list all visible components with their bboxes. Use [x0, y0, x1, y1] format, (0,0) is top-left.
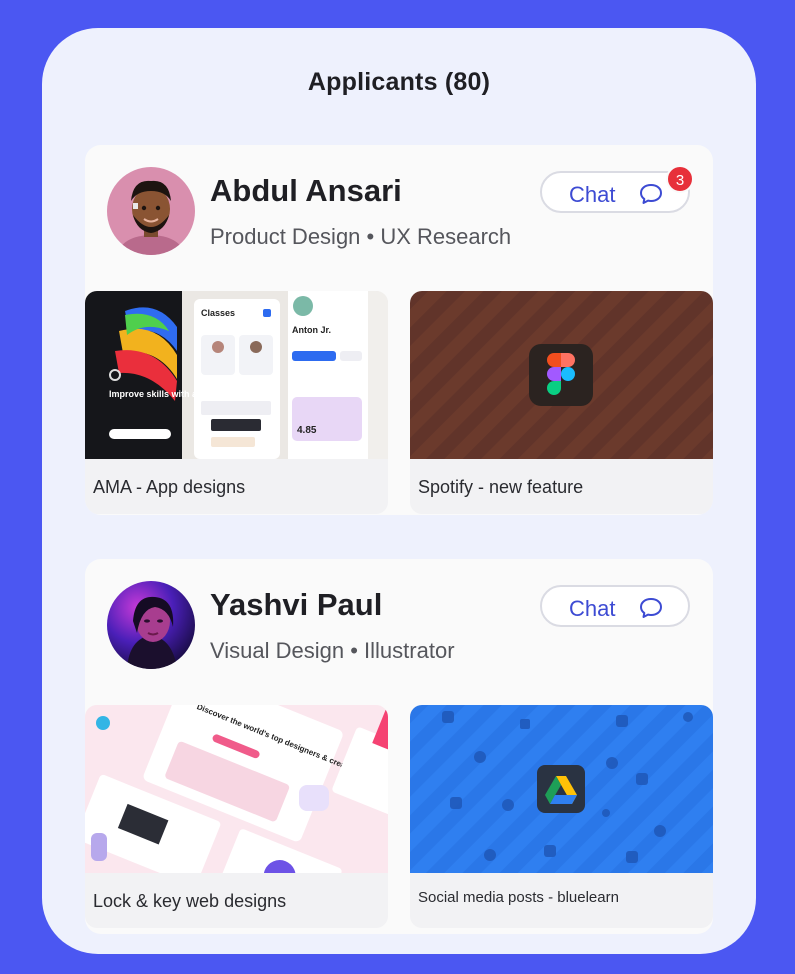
applicant-skills: Product Design • UX Research [210, 224, 512, 249]
avatar[interactable] [107, 167, 195, 255]
applicant-card: Yashvi Paul Visual Design • Illustrator … [85, 559, 713, 934]
page-title: Applicants (80) [307, 68, 491, 96]
project-card[interactable]: Social media posts - bluelearn [410, 705, 713, 928]
project-title: Lock & key web designs [93, 891, 287, 911]
project-title: Spotify - new feature [418, 477, 584, 497]
project-title: Social media posts - bluelearn [418, 889, 619, 906]
project-card[interactable]: Improve skills with ama. Classes Anton J… [85, 291, 388, 514]
project-thumbnail [410, 705, 713, 873]
applicant-skills: Visual Design • Illustrator [210, 638, 455, 663]
project-thumbnail [410, 291, 713, 459]
figma-icon [529, 344, 593, 406]
chat-button[interactable]: Chat [540, 585, 690, 627]
thumb-heading: Classes [201, 308, 235, 318]
unread-badge: 3 [666, 165, 694, 193]
google-drive-icon [537, 765, 585, 813]
applicants-panel: Applicants (80) Abdul Ansari Product Des… [42, 28, 756, 954]
project-title: AMA - App designs [93, 477, 246, 497]
applicant-name: Yashvi Paul [210, 587, 383, 622]
applicant-card: Abdul Ansari Product Design • UX Researc… [85, 145, 713, 515]
project-thumbnail: Improve skills with ama. Classes Anton J… [85, 291, 388, 459]
chat-button-label: Chat [569, 596, 616, 621]
thumb-stat: 4.85 [297, 425, 317, 436]
avatar[interactable] [107, 581, 195, 669]
applicant-name: Abdul Ansari [210, 173, 402, 208]
project-card[interactable]: Spotify - new feature [410, 291, 713, 514]
chat-button-label: Chat [569, 182, 616, 207]
chat-bubble-icon [640, 184, 662, 204]
project-thumbnail: Discover the world's top designers & cre… [85, 705, 388, 873]
project-card[interactable]: Discover the world's top designers & cre… [85, 705, 388, 928]
thumb-profile-name: Anton Jr. [292, 325, 331, 335]
chat-bubble-icon [640, 598, 662, 618]
